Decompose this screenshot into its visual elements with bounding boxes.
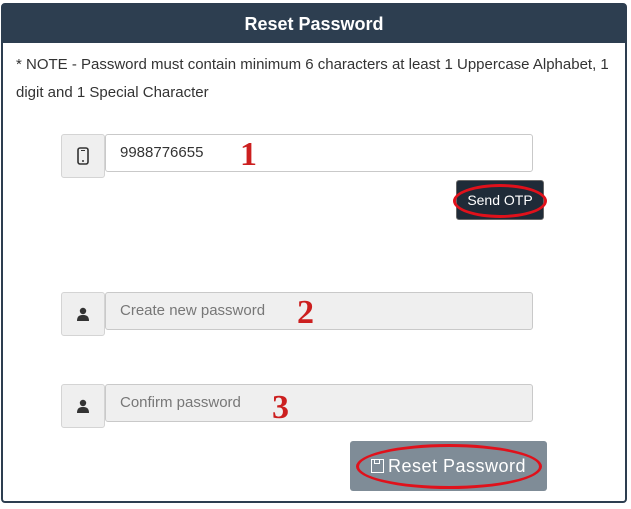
panel-header: Reset Password xyxy=(3,5,625,43)
phone-number-input[interactable]: 9988776655 xyxy=(105,134,533,172)
user-icon xyxy=(61,384,105,428)
send-otp-button[interactable]: Send OTP xyxy=(453,180,547,220)
highlight-oval xyxy=(453,184,547,218)
confirm-password-group: Confirm password xyxy=(61,384,533,428)
user-icon xyxy=(61,292,105,336)
confirm-password-input[interactable]: Confirm password xyxy=(105,384,533,422)
phone-input-group: 9988776655 xyxy=(61,134,533,178)
annotation-2: 2 xyxy=(297,294,314,331)
new-password-input[interactable]: Create new password xyxy=(105,292,533,330)
annotation-1: 1 xyxy=(240,136,257,173)
annotation-3: 3 xyxy=(272,389,289,426)
reset-password-button[interactable]: Reset Password xyxy=(350,441,547,491)
highlight-oval xyxy=(356,444,542,489)
reset-password-panel: Reset Password * NOTE - Password must co… xyxy=(1,3,627,503)
password-note: * NOTE - Password must contain minimum 6… xyxy=(16,56,609,101)
mobile-phone-icon xyxy=(61,134,105,178)
